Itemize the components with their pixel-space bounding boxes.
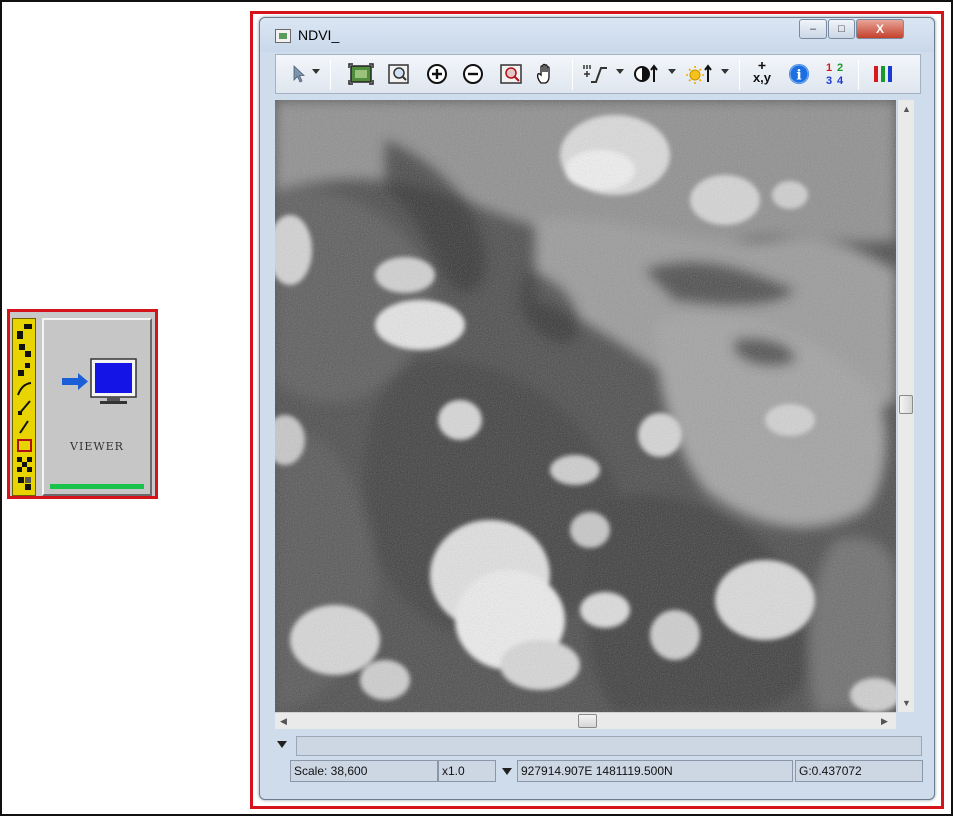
info-panel-bar — [296, 736, 922, 756]
info-icon[interactable]: i — [786, 61, 812, 87]
scale-field: Scale: 38,600 — [290, 760, 438, 782]
brightness-icon[interactable] — [684, 61, 714, 87]
brightness-dropdown-icon[interactable] — [721, 69, 729, 74]
contrast-dropdown-icon[interactable] — [668, 69, 676, 74]
monitor-arrow-icon — [62, 358, 137, 404]
toolbar-separator — [739, 59, 740, 90]
slope-tool-icon[interactable] — [16, 399, 33, 416]
maximize-button[interactable]: □ — [828, 19, 855, 39]
minimize-button[interactable]: – — [799, 19, 827, 39]
numeric-values-icon[interactable]: 1234 — [820, 61, 850, 87]
tool-status-bar — [50, 484, 144, 489]
coordinates-field: 927914.907E 1481119.500N — [517, 760, 793, 782]
stretch-dropdown-icon[interactable] — [616, 69, 624, 74]
checker-tool-icon[interactable] — [16, 475, 33, 492]
svg-text:x,y: x,y — [753, 70, 772, 85]
viewer-window: NDVI_ – □ X x,y i 1 2 3 4 ▲ ▼ ◀ ▶ Scale:… — [259, 17, 935, 800]
curve-tool-icon[interactable] — [16, 380, 33, 397]
ndvi-raster-image — [275, 100, 896, 712]
window-title: NDVI_ — [298, 27, 340, 43]
pattern-tool-icon[interactable] — [16, 456, 33, 473]
svg-text:2: 2 — [837, 62, 843, 74]
info-panel-toggle-icon[interactable] — [277, 741, 287, 748]
raster-tool-icon[interactable] — [16, 342, 33, 359]
zoom-out-icon[interactable] — [460, 61, 486, 87]
svg-text:3: 3 — [826, 75, 832, 87]
viewer-tool-label: VIEWER — [70, 440, 124, 453]
toolbar-separator — [572, 59, 573, 90]
viewer-app-icon[interactable] — [275, 29, 291, 43]
scroll-down-arrow-icon[interactable]: ▼ — [902, 698, 911, 708]
horizontal-scrollbar[interactable]: ◀ ▶ — [275, 712, 896, 729]
viewer-tool-panel: VIEWER — [7, 309, 158, 499]
scroll-right-arrow-icon[interactable]: ▶ — [881, 716, 888, 726]
pixel-value-field: G:0.437072 — [795, 760, 923, 782]
horizontal-scroll-thumb[interactable] — [578, 714, 597, 728]
pointer-dropdown-icon[interactable] — [312, 69, 320, 74]
svg-text:4: 4 — [837, 75, 844, 87]
toolbar-separator — [858, 59, 859, 90]
scroll-up-arrow-icon[interactable]: ▲ — [902, 104, 911, 114]
scroll-left-arrow-icon[interactable]: ◀ — [280, 716, 287, 726]
zoom-to-extent-icon[interactable] — [346, 61, 376, 87]
ndvi-image-view[interactable] — [275, 100, 896, 712]
tool-strip — [12, 318, 36, 496]
contrast-icon[interactable] — [632, 61, 660, 87]
title-bar[interactable]: NDVI_ – □ X — [260, 18, 934, 52]
toolbar-separator — [330, 59, 331, 90]
vertical-scrollbar[interactable]: ▲ ▼ — [897, 100, 914, 712]
xy-coordinates-icon[interactable]: x,y — [746, 61, 778, 87]
band-combination-icon[interactable] — [870, 61, 896, 87]
zoom-to-data-icon[interactable] — [386, 61, 412, 87]
svg-text:i: i — [796, 68, 801, 84]
svg-text:1: 1 — [826, 62, 832, 74]
histogram-stretch-icon[interactable] — [580, 61, 610, 87]
pan-hand-icon[interactable] — [532, 61, 560, 87]
select-pointer-icon[interactable] — [288, 61, 310, 87]
coordinate-format-dropdown-icon[interactable] — [502, 768, 512, 775]
vector-tool-icon[interactable] — [16, 361, 33, 378]
rectangle-tool-icon[interactable] — [16, 437, 33, 454]
line-tool-icon[interactable] — [16, 418, 33, 435]
zoom-box-icon[interactable] — [498, 61, 526, 87]
viewer-toolbar: x,y i 1234 — [275, 54, 921, 94]
zoom-in-icon[interactable] — [424, 61, 450, 87]
grid-tool-icon[interactable] — [16, 323, 33, 340]
viewer-tool-button[interactable]: VIEWER — [42, 318, 152, 496]
close-button[interactable]: X — [856, 19, 904, 39]
zoom-factor-field: x1.0 — [438, 760, 496, 782]
vertical-scroll-thumb[interactable] — [899, 395, 913, 414]
